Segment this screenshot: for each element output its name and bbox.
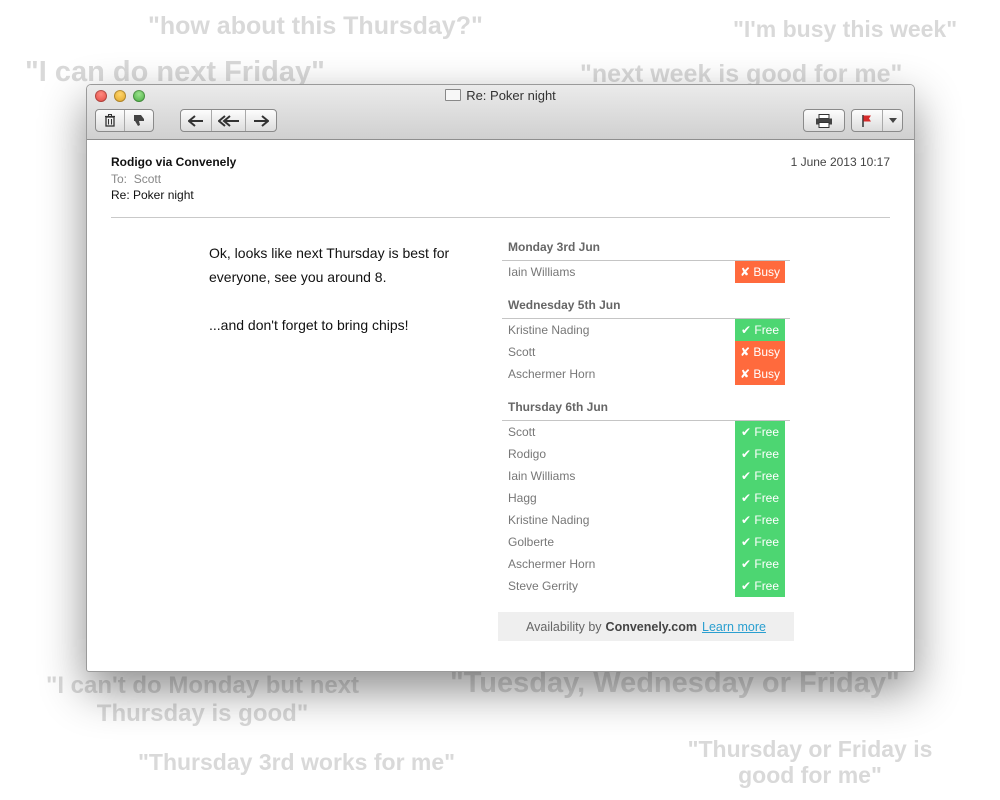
availability-row: Hagg ✔ Free	[502, 487, 790, 509]
person-name: Scott	[508, 425, 536, 439]
availability-row: Kristine Nading ✔ Free	[502, 319, 790, 341]
trash-icon	[105, 114, 115, 127]
availability-row: Kristine Nading ✔ Free	[502, 509, 790, 531]
busy-badge: ✘ Busy	[735, 363, 785, 385]
message-subject: Re: Poker night	[111, 188, 194, 202]
reply-icon	[188, 114, 203, 127]
reply-group	[180, 109, 277, 132]
person-name: Golberte	[508, 535, 555, 549]
background-quote: "I'm busy this week"	[733, 16, 958, 42]
availability-row: Rodigo ✔ Free	[502, 443, 790, 465]
reply-all-icon	[217, 114, 239, 127]
background-quote: "how about this Thursday?"	[148, 12, 483, 40]
forward-button[interactable]	[246, 110, 276, 131]
junk-icon	[134, 115, 144, 126]
person-name: Rodigo	[508, 447, 547, 461]
print-icon	[816, 113, 832, 128]
day-spacer	[502, 283, 790, 295]
window-title: Re: Poker night	[87, 88, 914, 103]
availability-row: Scott ✘ Busy	[502, 341, 790, 363]
person-name: Iain Williams	[508, 265, 576, 279]
flag-dropdown[interactable]	[883, 110, 902, 131]
footer-brand: Convenely.com	[605, 619, 698, 634]
free-badge: ✔ Free	[735, 575, 785, 597]
forward-icon	[254, 114, 269, 127]
day-heading: Wednesday 5th Jun	[502, 295, 790, 319]
recipient-line: To: Scott	[111, 172, 161, 186]
day-heading: Monday 3rd Jun	[502, 237, 790, 261]
envelope-icon	[445, 89, 462, 101]
availability-table: Monday 3rd Jun Iain Williams ✘ Busy Wednesd…	[502, 237, 790, 597]
reply-all-button[interactable]	[212, 110, 246, 131]
person-name: Kristine Nading	[508, 323, 590, 337]
background-quote: "Thursday 3rd works for me"	[138, 749, 456, 775]
day-spacer	[502, 385, 790, 397]
delete-button[interactable]	[96, 110, 125, 131]
footer-prefix: Availability by	[526, 619, 602, 634]
free-badge: ✔ Free	[735, 443, 785, 465]
person-name: Iain Williams	[508, 469, 576, 483]
availability-row: Aschermer Horn ✘ Busy	[502, 363, 790, 385]
body-paragraph: Ok, looks like next Thursday is best for…	[209, 245, 450, 285]
window-toolbar: Re: Poker night	[87, 85, 914, 140]
free-badge: ✔ Free	[735, 421, 785, 443]
person-name: Aschermer Horn	[508, 367, 596, 381]
learn-more-link[interactable]: Learn more	[702, 620, 766, 634]
background-quote: "I can't do Monday but next Thursday is …	[45, 672, 360, 727]
person-name: Kristine Nading	[508, 513, 590, 527]
delete-junk-group	[95, 109, 154, 132]
background-quote: "Thursday or Friday is good for me"	[687, 736, 933, 789]
flag-button[interactable]	[852, 110, 883, 131]
person-name: Hagg	[508, 491, 537, 505]
busy-badge: ✘ Busy	[735, 261, 785, 283]
busy-badge: ✘ Busy	[735, 341, 785, 363]
mail-window: Re: Poker night Rodigo via Convenely To:…	[86, 84, 915, 672]
person-name: Steve Gerrity	[508, 579, 579, 593]
background-quote: "Tuesday, Wednesday or Friday"	[450, 667, 900, 699]
free-badge: ✔ Free	[735, 531, 785, 553]
availability-footer: Availability by Convenely.com Learn more	[498, 612, 794, 641]
recipient-name: Scott	[133, 172, 162, 186]
flag-group	[851, 109, 903, 132]
free-badge: ✔ Free	[735, 509, 785, 531]
availability-row: Scott ✔ Free	[502, 421, 790, 443]
person-name: Aschermer Horn	[508, 557, 596, 571]
flag-icon	[862, 114, 871, 127]
body-paragraph: ...and don't forget to bring chips!	[209, 317, 409, 333]
print-group	[803, 109, 845, 132]
print-button[interactable]	[804, 110, 844, 131]
free-badge: ✔ Free	[735, 553, 785, 575]
sender-name: Rodigo via Convenely	[111, 155, 237, 169]
free-badge: ✔ Free	[735, 487, 785, 509]
message-body: Ok, looks like next Thursday is best for…	[209, 241, 479, 337]
availability-row: Iain Williams ✘ Busy	[502, 261, 790, 283]
availability-row: Aschermer Horn ✔ Free	[502, 553, 790, 575]
free-badge: ✔ Free	[735, 465, 785, 487]
day-heading: Thursday 6th Jun	[502, 397, 790, 421]
person-name: Scott	[508, 345, 536, 359]
window-title-text: Re: Poker night	[466, 88, 556, 103]
availability-row: Golberte ✔ Free	[502, 531, 790, 553]
free-badge: ✔ Free	[735, 319, 785, 341]
message-date: 1 June 2013 10:17	[790, 155, 890, 169]
junk-button[interactable]	[125, 110, 153, 131]
to-label: To:	[111, 172, 128, 186]
chevron-down-icon	[888, 117, 897, 123]
availability-row: Iain Williams ✔ Free	[502, 465, 790, 487]
reply-button[interactable]	[181, 110, 212, 131]
availability-row: Steve Gerrity ✔ Free	[502, 575, 790, 597]
message-header: Rodigo via Convenely To: Scott Re: Poker…	[111, 155, 890, 218]
